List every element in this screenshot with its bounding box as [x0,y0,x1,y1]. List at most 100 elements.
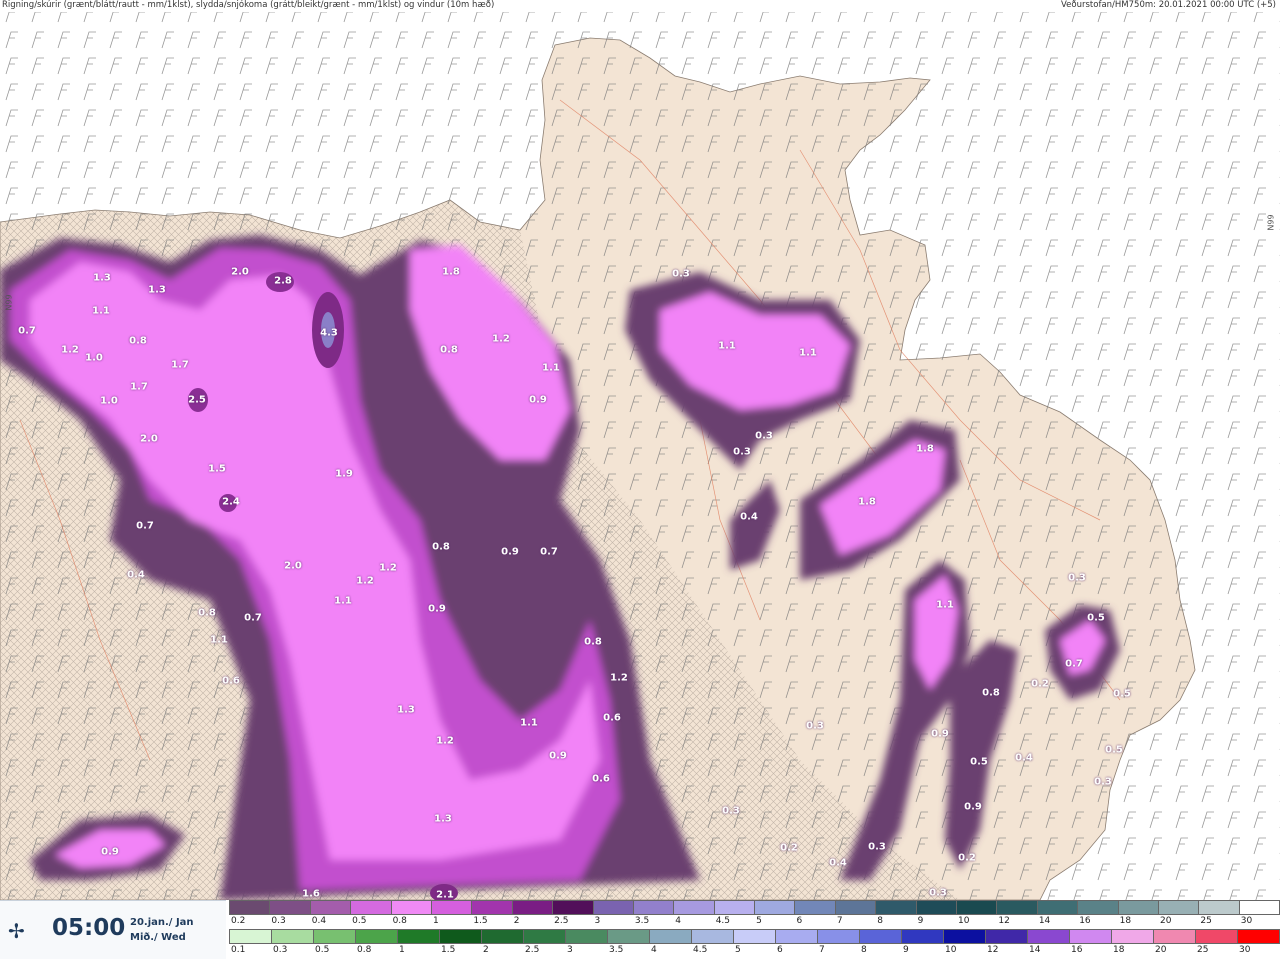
rain-scale-label: 1.5 [441,945,456,955]
precip-value-label: 0.9 [931,728,949,740]
rain-scale-cell: 18 [1111,929,1154,955]
precip-value-label: 0.5 [1113,688,1131,700]
snow-scale-label: 3 [594,916,601,926]
rain-scale-label: 0.1 [231,945,246,955]
precip-value-label: 1.2 [492,333,510,345]
rain-scale-cell: 0.1 [229,929,272,955]
rain-scale-label: 8 [861,945,867,955]
snow-scale-cell: 16 [1077,900,1119,926]
precip-value-label: 0.8 [198,607,216,619]
snow-scale-label: 30 [1240,916,1253,926]
snow-scale-label: 2.5 [554,916,569,926]
snow-scale-label: 9 [917,916,924,926]
snow-scale-cell: 7 [834,900,877,926]
rain-scale-label: 10 [945,945,957,955]
rain-scale-label: 3 [567,945,573,955]
precip-value-label: 0.6 [222,675,240,687]
precip-value-label: 0.7 [1065,658,1083,670]
map-canvas [0,12,1280,902]
snow-scale-label: 1 [432,916,439,926]
rain-scale-cell: 4.5 [691,929,734,955]
precip-value-label: 1.8 [442,266,460,278]
snow-scale-cell: 3.5 [632,900,675,926]
snow-scale-label: 7 [836,916,843,926]
rain-scale-label: 4.5 [693,945,708,955]
precip-value-label: 1.1 [210,634,228,646]
rain-scale-cell: 12 [985,929,1028,955]
rain-scale-cell: 25 [1195,929,1238,955]
snow-scale-label: 0.5 [352,916,367,926]
rain-scale-label: 1 [399,945,405,955]
forecast-date: 20.jan./ Jan [130,917,194,928]
rain-color-scale: 0.1 0.3 0.5 0.8 1 1.5 2 2.5 3 3.5 4 4.5 5 6 7 8 9 10 12 14 1… [229,929,1280,955]
snow-scale-label: 6 [796,916,803,926]
precip-value-label: 1.1 [542,362,560,374]
snow-scale-label: 14 [1038,916,1051,926]
rain-scale-label: 9 [903,945,909,955]
precip-value-label: 1.8 [916,443,934,455]
precip-value-label: 0.5 [1087,612,1105,624]
precip-value-label: 1.3 [397,704,415,716]
snow-scale-cell: 0.3 [269,900,311,926]
precip-value-label: 0.3 [1068,572,1086,584]
snow-scale-cell: 2 [511,900,554,926]
precip-value-label: 2.0 [231,266,249,278]
precip-value-label: 1.3 [148,284,166,296]
precip-value-label: 0.2 [780,842,798,854]
precip-value-label: 1.3 [434,813,452,825]
precip-value-label: 0.6 [603,712,621,724]
precip-value-label: 0.6 [592,773,610,785]
precip-value-label: 0.3 [929,887,947,899]
precip-value-label: 1.6 [302,888,320,900]
precip-value-label: 2.8 [274,275,292,287]
precip-value-label: 1.5 [208,463,226,475]
precip-value-label: 1.1 [520,717,538,729]
precip-value-label: 0.9 [529,394,547,406]
precip-value-label: 0.9 [101,846,119,858]
snow-scale-cell: 18 [1117,900,1159,926]
arrows-icon[interactable]: ✢ [8,919,25,943]
precip-value-label: 2.5 [188,394,206,406]
precip-value-label: 0.2 [1031,678,1049,690]
snow-scale-cell: 30 [1238,900,1280,926]
rain-scale-label: 6 [777,945,783,955]
latitude-label-left: 66N [3,294,13,311]
snow-scale-label: 0.8 [392,916,407,926]
precip-value-label: 1.7 [130,381,148,393]
snow-scale-label: 16 [1079,916,1091,926]
rain-scale-label: 4 [651,945,657,955]
rain-scale-label: 5 [735,945,741,955]
latitude-label-right: 66N [1265,214,1275,231]
rain-scale-cell: 0.8 [355,929,398,955]
snow-scale-label: 4 [675,916,682,926]
snow-scale-cell: 0.5 [350,900,392,926]
rain-scale-label: 16 [1071,945,1083,955]
precip-value-label: 0.7 [244,612,262,624]
snow-scale-cell: 4 [673,900,715,926]
snow-scale-cell: 25 [1198,900,1240,926]
snow-scale-cell: 0.4 [309,900,352,926]
snow-scale-cell: 2.5 [552,900,594,926]
precip-value-label: 0.9 [964,801,982,813]
rain-scale-cell: 0.3 [271,929,314,955]
snow-scale-label: 12 [998,916,1010,926]
rain-scale-cell: 7 [817,929,860,955]
precip-value-label: 1.1 [334,595,352,607]
forecast-map: 1.3 1.3 1.1 0.7 1.2 1.0 0.8 2.0 2.8 4.3 1.8 1.7 1.7 1… [0,12,1280,902]
precip-value-label: 1.0 [85,352,103,364]
snow-scale-cell: 1 [430,900,473,926]
precip-value-label: 0.7 [18,325,36,337]
footer-legend: ✢ 05:00 20.jan./ Jan Mið./ Wed 0.2 0.3 0.4… [0,900,1280,959]
rain-scale-label: 25 [1197,945,1209,955]
snow-scale-label: 3.5 [634,916,650,926]
rain-scale-cell: 3 [565,929,608,955]
rain-scale-cell: 4 [649,929,692,955]
rain-scale-cell: 16 [1069,929,1112,955]
snow-scale-cell: 10 [956,900,998,926]
snow-scale-label: 2 [513,916,520,926]
rain-scale-label: 0.8 [357,945,372,955]
rain-scale-cell: 0.5 [313,929,356,955]
precip-value-label: 2.4 [222,496,240,508]
rain-scale-label: 30 [1239,945,1251,955]
precip-value-label: 1.2 [610,672,628,684]
